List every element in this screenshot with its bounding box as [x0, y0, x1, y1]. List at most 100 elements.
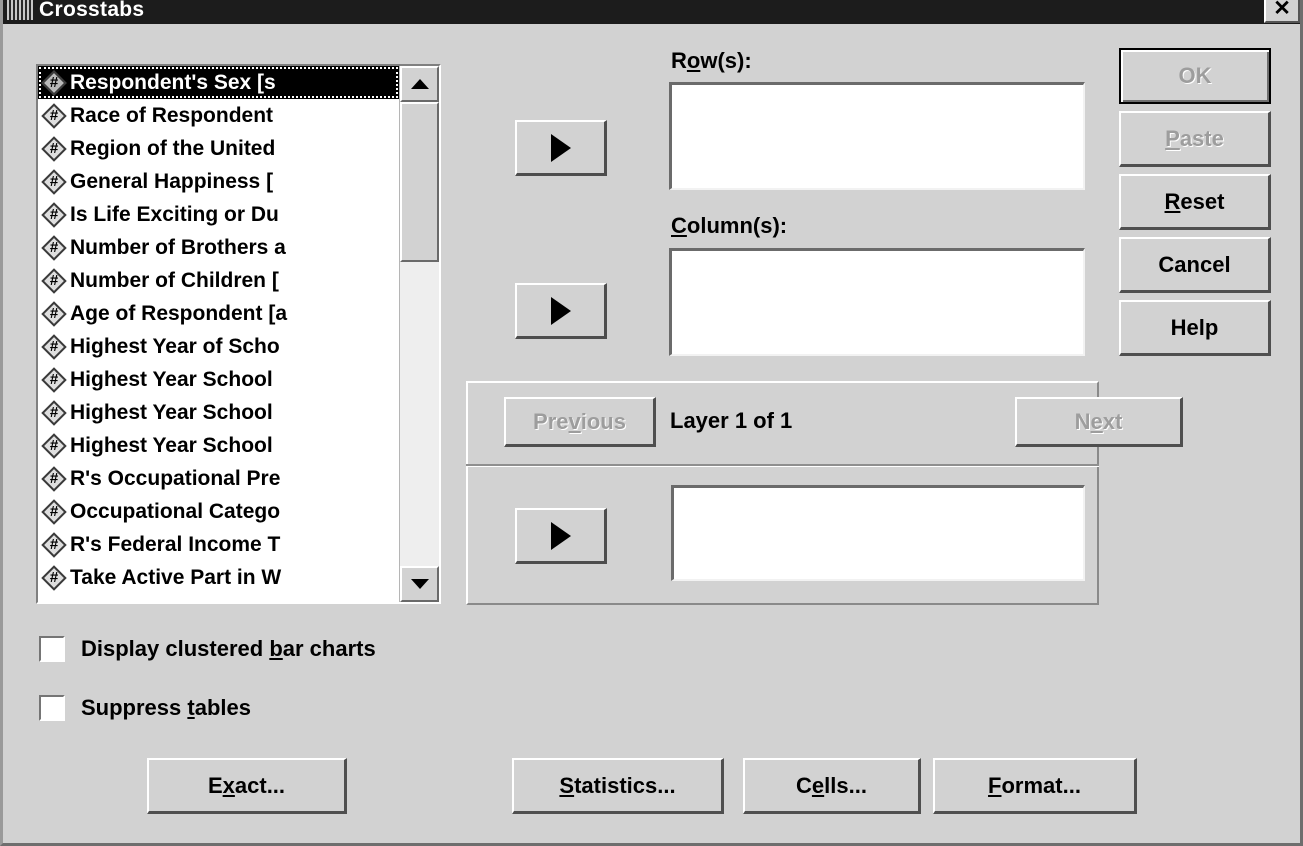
crosstabs-dialog: Crosstabs ✕ # Respondent's Sex [s # Race of… — [0, 0, 1303, 846]
numeric-variable-icon: # — [41, 564, 67, 591]
variable-list-item[interactable]: # Region of the United — [38, 132, 399, 165]
move-to-columns-button[interactable] — [515, 283, 607, 339]
scrollbar-thumb[interactable] — [400, 102, 439, 262]
layer-group-divider — [466, 464, 1099, 467]
previous-layer-button[interactable]: Pre v ious — [504, 397, 656, 447]
layer-status-label: Layer 1 of 1 — [670, 408, 793, 433]
numeric-variable-icon: # — [41, 234, 67, 261]
hash-glyph: # — [49, 173, 59, 190]
window-title: Crosstabs — [39, 0, 145, 21]
checkbox-box[interactable] — [39, 695, 65, 721]
variable-list-item[interactable]: # Occupational Catego — [38, 495, 399, 528]
numeric-variable-icon: # — [41, 69, 67, 96]
hash-glyph: # — [49, 239, 59, 256]
numeric-variable-icon: # — [41, 135, 67, 162]
variable-list-item-label: Highest Year School — [70, 368, 273, 391]
hash-glyph: # — [49, 503, 59, 520]
variable-list-item[interactable]: # Highest Year School — [38, 363, 399, 396]
variable-list-item[interactable]: # Take Active Part in W — [38, 561, 399, 594]
variable-list-item-label: R's Occupational Pre — [70, 467, 281, 490]
numeric-variable-icon: # — [41, 267, 67, 294]
variable-list-item[interactable]: # Number of Brothers a — [38, 231, 399, 264]
variable-list-item[interactable]: # Highest Year of Scho — [38, 330, 399, 363]
numeric-variable-icon: # — [41, 366, 67, 393]
variable-list-item-label: General Happiness [ — [70, 170, 274, 193]
variable-list-item-label: Highest Year of Scho — [70, 335, 280, 358]
cells-button[interactable]: Ce lls... — [743, 758, 921, 814]
hash-glyph: # — [49, 74, 59, 91]
right-arrow-icon — [550, 296, 571, 325]
variable-list-item[interactable]: # R's Occupational Pre — [38, 462, 399, 495]
hash-glyph: # — [49, 569, 59, 586]
hash-glyph: # — [49, 338, 59, 355]
spss-app-icon — [7, 0, 33, 20]
numeric-variable-icon: # — [41, 333, 67, 360]
variable-list-item-label: Highest Year School — [70, 401, 273, 424]
variable-list-item[interactable]: # Race of Respondent — [38, 99, 399, 132]
scroll-up-icon[interactable] — [400, 66, 439, 102]
close-icon[interactable]: ✕ — [1264, 0, 1300, 23]
numeric-variable-icon: # — [41, 201, 67, 228]
columns-label: Column(s): — [671, 213, 788, 238]
right-arrow-icon — [550, 133, 571, 162]
scrollbar-track[interactable] — [400, 102, 439, 566]
scroll-down-icon[interactable] — [400, 566, 439, 602]
title-bar: Crosstabs ✕ — [3, 0, 1300, 24]
checkbox-label: Display clustered bar charts — [81, 636, 376, 661]
numeric-variable-icon: # — [41, 102, 67, 129]
variable-list[interactable]: # Respondent's Sex [s # Race of Respondent #… — [36, 64, 441, 604]
scroll-down-arrow-glyph — [410, 579, 429, 589]
variable-list-item[interactable]: # Number of Children [ — [38, 264, 399, 297]
numeric-variable-icon: # — [41, 168, 67, 195]
close-glyph: ✕ — [1273, 0, 1291, 20]
variable-list-item[interactable]: # Respondent's Sex [s — [38, 66, 399, 99]
hash-glyph: # — [49, 404, 59, 421]
columns-field[interactable] — [669, 248, 1085, 356]
variable-list-item-label: Race of Respondent — [70, 104, 274, 127]
suppress-tables-checkbox[interactable]: Suppress tables — [39, 695, 251, 721]
hash-glyph: # — [49, 470, 59, 487]
numeric-variable-icon: # — [41, 399, 67, 426]
hash-glyph: # — [49, 305, 59, 322]
numeric-variable-icon: # — [41, 531, 67, 558]
layer-field[interactable] — [671, 485, 1085, 581]
variable-list-items[interactable]: # Respondent's Sex [s # Race of Respondent #… — [38, 66, 399, 602]
cancel-button[interactable]: Cancel — [1119, 237, 1271, 293]
display-clustered-bar-charts-checkbox[interactable]: Display clustered bar charts — [39, 636, 376, 662]
checkbox-box[interactable] — [39, 636, 65, 662]
move-to-layer-button[interactable] — [515, 508, 607, 564]
ok-button[interactable]: OK — [1119, 48, 1271, 104]
format-button[interactable]: Format... — [933, 758, 1137, 814]
numeric-variable-icon: # — [41, 432, 67, 459]
numeric-variable-icon: # — [41, 300, 67, 327]
variable-list-item[interactable]: # General Happiness [ — [38, 165, 399, 198]
variable-list-item-label: Respondent's Sex [s — [70, 71, 276, 94]
help-button[interactable]: Help — [1119, 300, 1271, 356]
variable-list-item[interactable]: # Age of Respondent [a — [38, 297, 399, 330]
variable-list-item[interactable]: # Is Life Exciting or Du — [38, 198, 399, 231]
variable-list-item[interactable]: # Highest Year School — [38, 396, 399, 429]
variable-list-item-label: Is Life Exciting or Du — [70, 203, 279, 226]
paste-button[interactable]: Paste — [1119, 111, 1271, 167]
variable-list-item-label: Highest Year School — [70, 434, 273, 457]
hash-glyph: # — [49, 437, 59, 454]
hash-glyph: # — [49, 107, 59, 124]
exact-button[interactable]: Ex act... — [147, 758, 347, 814]
rows-field[interactable] — [669, 82, 1085, 190]
numeric-variable-icon: # — [41, 465, 67, 492]
variable-list-scrollbar[interactable] — [399, 66, 439, 602]
rows-label: Row(s): — [671, 48, 752, 73]
hash-glyph: # — [49, 140, 59, 157]
hash-glyph: # — [49, 206, 59, 223]
next-layer-button[interactable]: Ne xt — [1015, 397, 1183, 447]
variable-list-item-label: Take Active Part in W — [70, 566, 282, 589]
hash-glyph: # — [49, 371, 59, 388]
hash-glyph: # — [49, 536, 59, 553]
statistics-button[interactable]: Statistics... — [512, 758, 724, 814]
right-arrow-icon — [550, 521, 571, 550]
reset-button[interactable]: Reset — [1119, 174, 1271, 230]
move-to-rows-button[interactable] — [515, 120, 607, 176]
variable-list-item[interactable]: # Highest Year School — [38, 429, 399, 462]
variable-list-item[interactable]: # R's Federal Income T — [38, 528, 399, 561]
numeric-variable-icon: # — [41, 498, 67, 525]
